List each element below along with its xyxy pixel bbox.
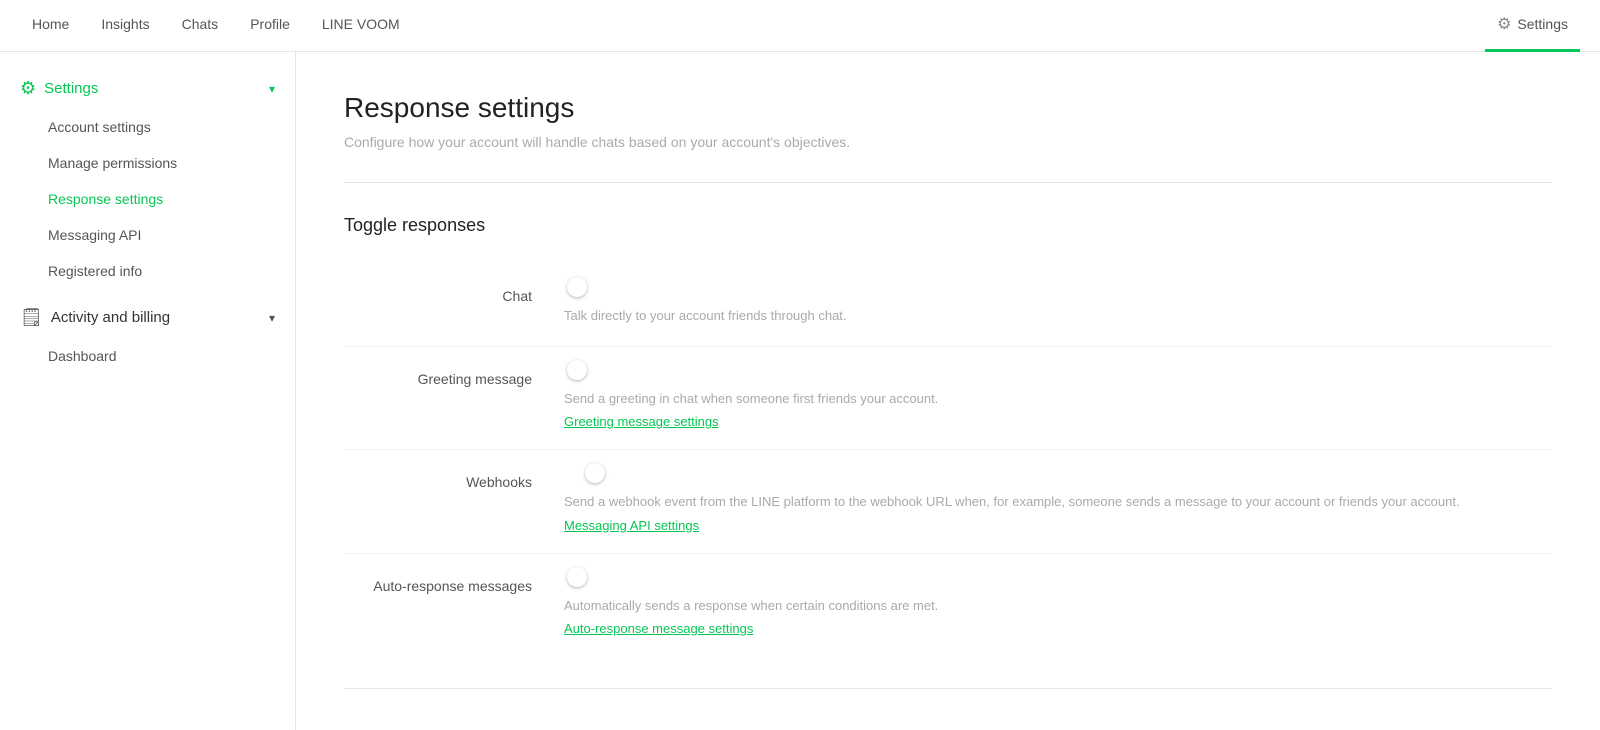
sidebar-settings-section[interactable]: ⚙ Settings ▾ [0,68,295,109]
toggle-content-chat: Talk directly to your account friends th… [564,284,1552,326]
nav-items: Home Insights Chats Profile LINE VOOM [20,0,1485,52]
toggle-content-greeting: Send a greeting in chat when someone fir… [564,367,1552,430]
nav-chats[interactable]: Chats [170,0,231,52]
sidebar-item-messaging-api[interactable]: Messaging API [0,217,295,253]
section-heading: Toggle responses [344,215,1552,236]
toggle-row-webhooks: Webhooks Send a webhook event from the L… [344,450,1552,554]
sidebar: ⚙ Settings ▾ Account settings Manage per… [0,52,296,730]
toggle-desc-greeting: Send a greeting in chat when someone fir… [564,389,1552,409]
bottom-divider [344,688,1552,689]
settings-section-label: Settings [44,80,98,97]
toggle-rows: Chat Talk directly to your account frien… [344,264,1552,656]
toggle-label-webhooks: Webhooks [344,470,564,490]
page-subtitle: Configure how your account will handle c… [344,134,1552,150]
billing-icon: 🗒 [20,307,43,328]
section-divider [344,182,1552,183]
toggle-label-chat: Chat [344,284,564,304]
greeting-message-settings-link[interactable]: Greeting message settings [564,414,719,429]
sidebar-item-registered-info[interactable]: Registered info [0,253,295,289]
settings-section-title: ⚙ Settings [20,78,98,99]
toggle-content-autoresponse: Automatically sends a response when cert… [564,574,1552,637]
toggle-desc-webhooks: Send a webhook event from the LINE platf… [564,492,1552,512]
nav-settings[interactable]: ⚙ Settings [1485,0,1580,52]
nav-profile[interactable]: Profile [238,0,302,52]
billing-section-title: 🗒 Activity and billing [20,307,170,328]
page-title: Response settings [344,92,1552,124]
main-content: Response settings Configure how your acc… [296,52,1600,730]
nav-insights[interactable]: Insights [89,0,161,52]
main-layout: ⚙ Settings ▾ Account settings Manage per… [0,52,1600,730]
toggle-row-autoresponse: Auto-response messages Automatically sen… [344,554,1552,657]
toggle-label-greeting: Greeting message [344,367,564,387]
sidebar-item-dashboard[interactable]: Dashboard [0,338,295,374]
sidebar-billing-section[interactable]: 🗒 Activity and billing ▾ [0,297,295,338]
settings-gear-icon: ⚙ [20,78,36,99]
sidebar-item-response-settings[interactable]: Response settings [0,181,295,217]
nav-home[interactable]: Home [20,0,81,52]
toggle-content-webhooks: Send a webhook event from the LINE platf… [564,470,1552,533]
sidebar-item-account-settings[interactable]: Account settings [0,109,295,145]
toggle-row-greeting: Greeting message Send a greeting in chat… [344,347,1552,451]
settings-chevron-icon: ▾ [269,82,275,96]
toggle-row-chat: Chat Talk directly to your account frien… [344,264,1552,347]
settings-label: Settings [1517,16,1568,32]
toggle-desc-chat: Talk directly to your account friends th… [564,306,1552,326]
toggle-desc-autoresponse: Automatically sends a response when cert… [564,596,1552,616]
billing-section-label: Activity and billing [51,309,170,326]
sidebar-item-manage-permissions[interactable]: Manage permissions [0,145,295,181]
nav-linevoom[interactable]: LINE VOOM [310,0,412,52]
toggle-label-autoresponse: Auto-response messages [344,574,564,594]
billing-chevron-icon: ▾ [269,311,275,325]
messaging-api-settings-link[interactable]: Messaging API settings [564,518,699,533]
autoresponse-settings-link[interactable]: Auto-response message settings [564,621,753,636]
gear-icon: ⚙ [1497,14,1511,34]
top-nav: Home Insights Chats Profile LINE VOOM ⚙ … [0,0,1600,52]
